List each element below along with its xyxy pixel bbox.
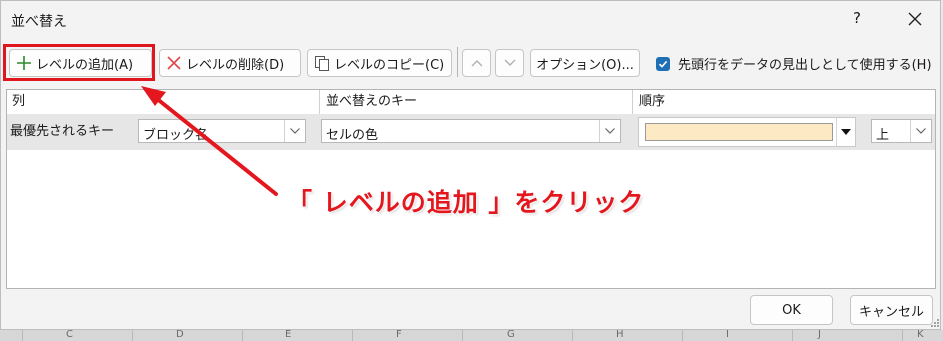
sort-key-select-value: セルの色 (326, 128, 379, 143)
copy-level-button[interactable]: レベルのコピー(C) (307, 49, 452, 77)
copy-level-label: レベルのコピー(C) (334, 57, 445, 73)
checkbox-checked-icon (656, 56, 670, 71)
column-header-order: 順序 (639, 94, 666, 109)
chevron-down-icon (284, 120, 305, 142)
dropdown-triangle-icon (836, 118, 855, 146)
column-header-letter: C (66, 329, 73, 340)
column-header-letter: D (176, 329, 184, 340)
copy-icon (315, 56, 329, 71)
dialog-title: 並べ替え (11, 14, 67, 30)
header-divider (632, 90, 633, 114)
chevron-down-icon (599, 120, 620, 142)
column-header-letter: E (285, 329, 292, 340)
annotation-text: 「 レベルの追加 」をクリック (287, 188, 645, 217)
plus-icon (17, 56, 31, 70)
close-button[interactable] (901, 5, 929, 33)
order-color-picker[interactable] (638, 117, 856, 147)
header-divider (319, 90, 320, 114)
column-select-value: ブロック名 (143, 128, 209, 143)
move-down-button[interactable] (495, 49, 524, 77)
column-header-letter: J (818, 329, 821, 340)
add-level-label: レベルの追加(A) (36, 57, 134, 73)
position-select-value: 上 (876, 128, 890, 143)
column-header-letter: F (396, 329, 402, 340)
column-divider (792, 330, 793, 341)
column-header-letter: I (726, 329, 729, 340)
add-level-button[interactable]: レベルの追加(A) (9, 49, 152, 77)
column-select[interactable]: ブロック名 (138, 119, 306, 143)
options-button[interactable]: オプション(O)... (530, 49, 640, 77)
options-label: オプション(O)... (536, 57, 634, 73)
delete-level-label: レベルの削除(D) (186, 57, 285, 73)
ok-button[interactable]: OK (750, 295, 833, 325)
worksheet-background (0, 330, 943, 341)
toolbar-separator (457, 47, 458, 77)
chevron-down-icon (910, 120, 931, 142)
column-header-column: 列 (12, 94, 26, 109)
column-header-letter: K (917, 329, 924, 340)
column-header-letter: H (616, 329, 624, 340)
resize-grip-icon[interactable] (931, 319, 940, 328)
chevron-down-icon (504, 59, 515, 66)
cancel-button[interactable]: キャンセル (850, 295, 933, 325)
color-swatch (645, 123, 833, 141)
column-divider (132, 330, 133, 341)
sort-level-row[interactable]: 最優先されるキー ブロック名 セルの色 上 (7, 114, 935, 150)
chevron-up-icon (471, 60, 482, 67)
move-up-button[interactable] (462, 49, 491, 77)
column-divider (462, 330, 463, 341)
sort-key-select[interactable]: セルの色 (321, 119, 621, 143)
close-icon (908, 12, 922, 26)
delete-level-button[interactable]: レベルの削除(D) (159, 49, 301, 77)
column-divider (242, 330, 243, 341)
position-select[interactable]: 上 (871, 119, 932, 143)
column-header-sort-key: 並べ替えのキー (326, 94, 418, 109)
title-bar: 並べ替え ? (1, 1, 940, 39)
column-divider (902, 330, 903, 341)
column-divider (352, 330, 353, 341)
column-divider (22, 330, 23, 341)
grid-header: 列 並べ替えのキー 順序 (7, 90, 935, 114)
ok-label: OK (782, 302, 801, 318)
sort-dialog: 並べ替え ? レベルの追加(A) レベルの削除(D) レベルのコピー(C) オプ… (0, 0, 941, 330)
column-header-letter: G (507, 329, 515, 340)
column-divider (572, 330, 573, 341)
cancel-label: キャンセル (858, 304, 924, 320)
sort-level-label: 最優先されるキー (10, 124, 115, 139)
delete-x-icon (167, 56, 181, 70)
column-divider (682, 330, 683, 341)
header-row-checkbox[interactable]: 先頭行をデータの見出しとして使用する(H) (656, 54, 932, 73)
header-row-checkbox-label: 先頭行をデータの見出しとして使用する(H) (678, 58, 932, 73)
help-button[interactable]: ? (853, 9, 861, 27)
